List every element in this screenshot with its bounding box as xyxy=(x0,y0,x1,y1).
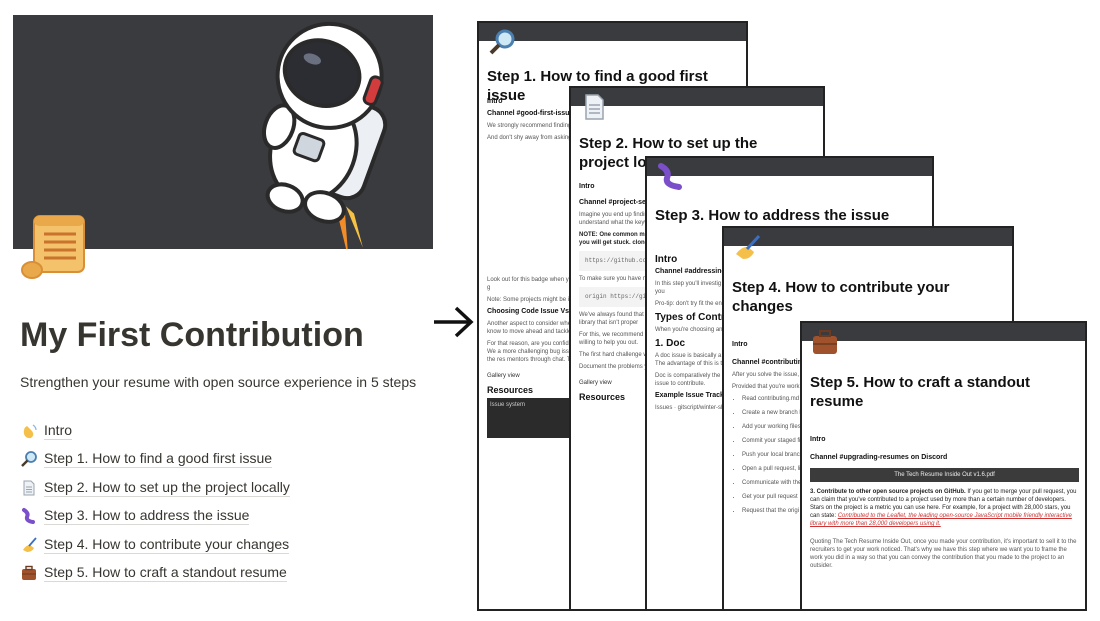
card-title: Step 4. How to contribute your changes xyxy=(732,279,950,315)
toc-item-step-1[interactable]: Step 1. How to find a good first issue xyxy=(20,448,273,470)
toc-item-label: Step 4. How to contribute your changes xyxy=(44,536,290,554)
document-icon xyxy=(585,94,604,120)
briefcase-icon xyxy=(813,330,837,354)
scroll-icon xyxy=(20,210,90,282)
toc-item-label: Step 5. How to craft a standout resume xyxy=(44,564,287,582)
toc-item-label: Step 2. How to set up the project locall… xyxy=(44,479,290,497)
magnifying-glass-icon xyxy=(489,29,515,55)
card-channel: Channel #upgrading-resumes on Discord xyxy=(810,454,948,461)
resume-tip-example: Contributed to the Leaflet, the leading … xyxy=(810,513,1072,527)
toc-item-label: Step 1. How to find a good first issue xyxy=(44,450,273,468)
pdf-title-bar: The Tech Resume Inside Out v1.6.pdf xyxy=(810,468,1079,482)
waving-hand-icon xyxy=(23,424,37,439)
magnifying-glass-icon xyxy=(21,451,37,467)
card-section-heading: Intro xyxy=(810,436,826,443)
toc-item-intro[interactable]: Intro xyxy=(20,420,73,442)
document-icon xyxy=(23,480,35,496)
worm-icon xyxy=(658,163,682,190)
card-title: Step 3. How to address the issue xyxy=(655,207,890,224)
writing-hand-icon xyxy=(23,537,37,552)
page-title: My First Contribution xyxy=(20,316,364,354)
card-title: Step 5. How to craft a standout resume xyxy=(810,374,1031,410)
toc-item-step-4[interactable]: Step 4. How to contribute your changes xyxy=(20,534,290,556)
page-subtitle: Strengthen your resume with open source … xyxy=(20,374,417,390)
right-arrow-icon xyxy=(434,306,474,338)
toc-item-step-2[interactable]: Step 2. How to set up the project locall… xyxy=(20,477,290,499)
briefcase-icon xyxy=(22,565,36,580)
issue-system-label: Issue system xyxy=(490,402,526,408)
toc-item-label: Intro xyxy=(44,422,73,440)
writing-hand-icon xyxy=(736,234,761,259)
toc-item-label: Step 3. How to address the issue xyxy=(44,507,250,525)
toc-item-step-5[interactable]: Step 5. How to craft a standout resume xyxy=(20,562,287,584)
toc-item-step-3[interactable]: Step 3. How to address the issue xyxy=(20,505,250,527)
card-paragraph: Quoting The Tech Resume Inside Out, once… xyxy=(810,539,1077,569)
resume-tip-heading: 3. Contribute to other open source proje… xyxy=(810,489,966,495)
step-5-card: Step 5. How to craft a standout resume I… xyxy=(800,321,1087,611)
worm-icon xyxy=(22,508,35,524)
